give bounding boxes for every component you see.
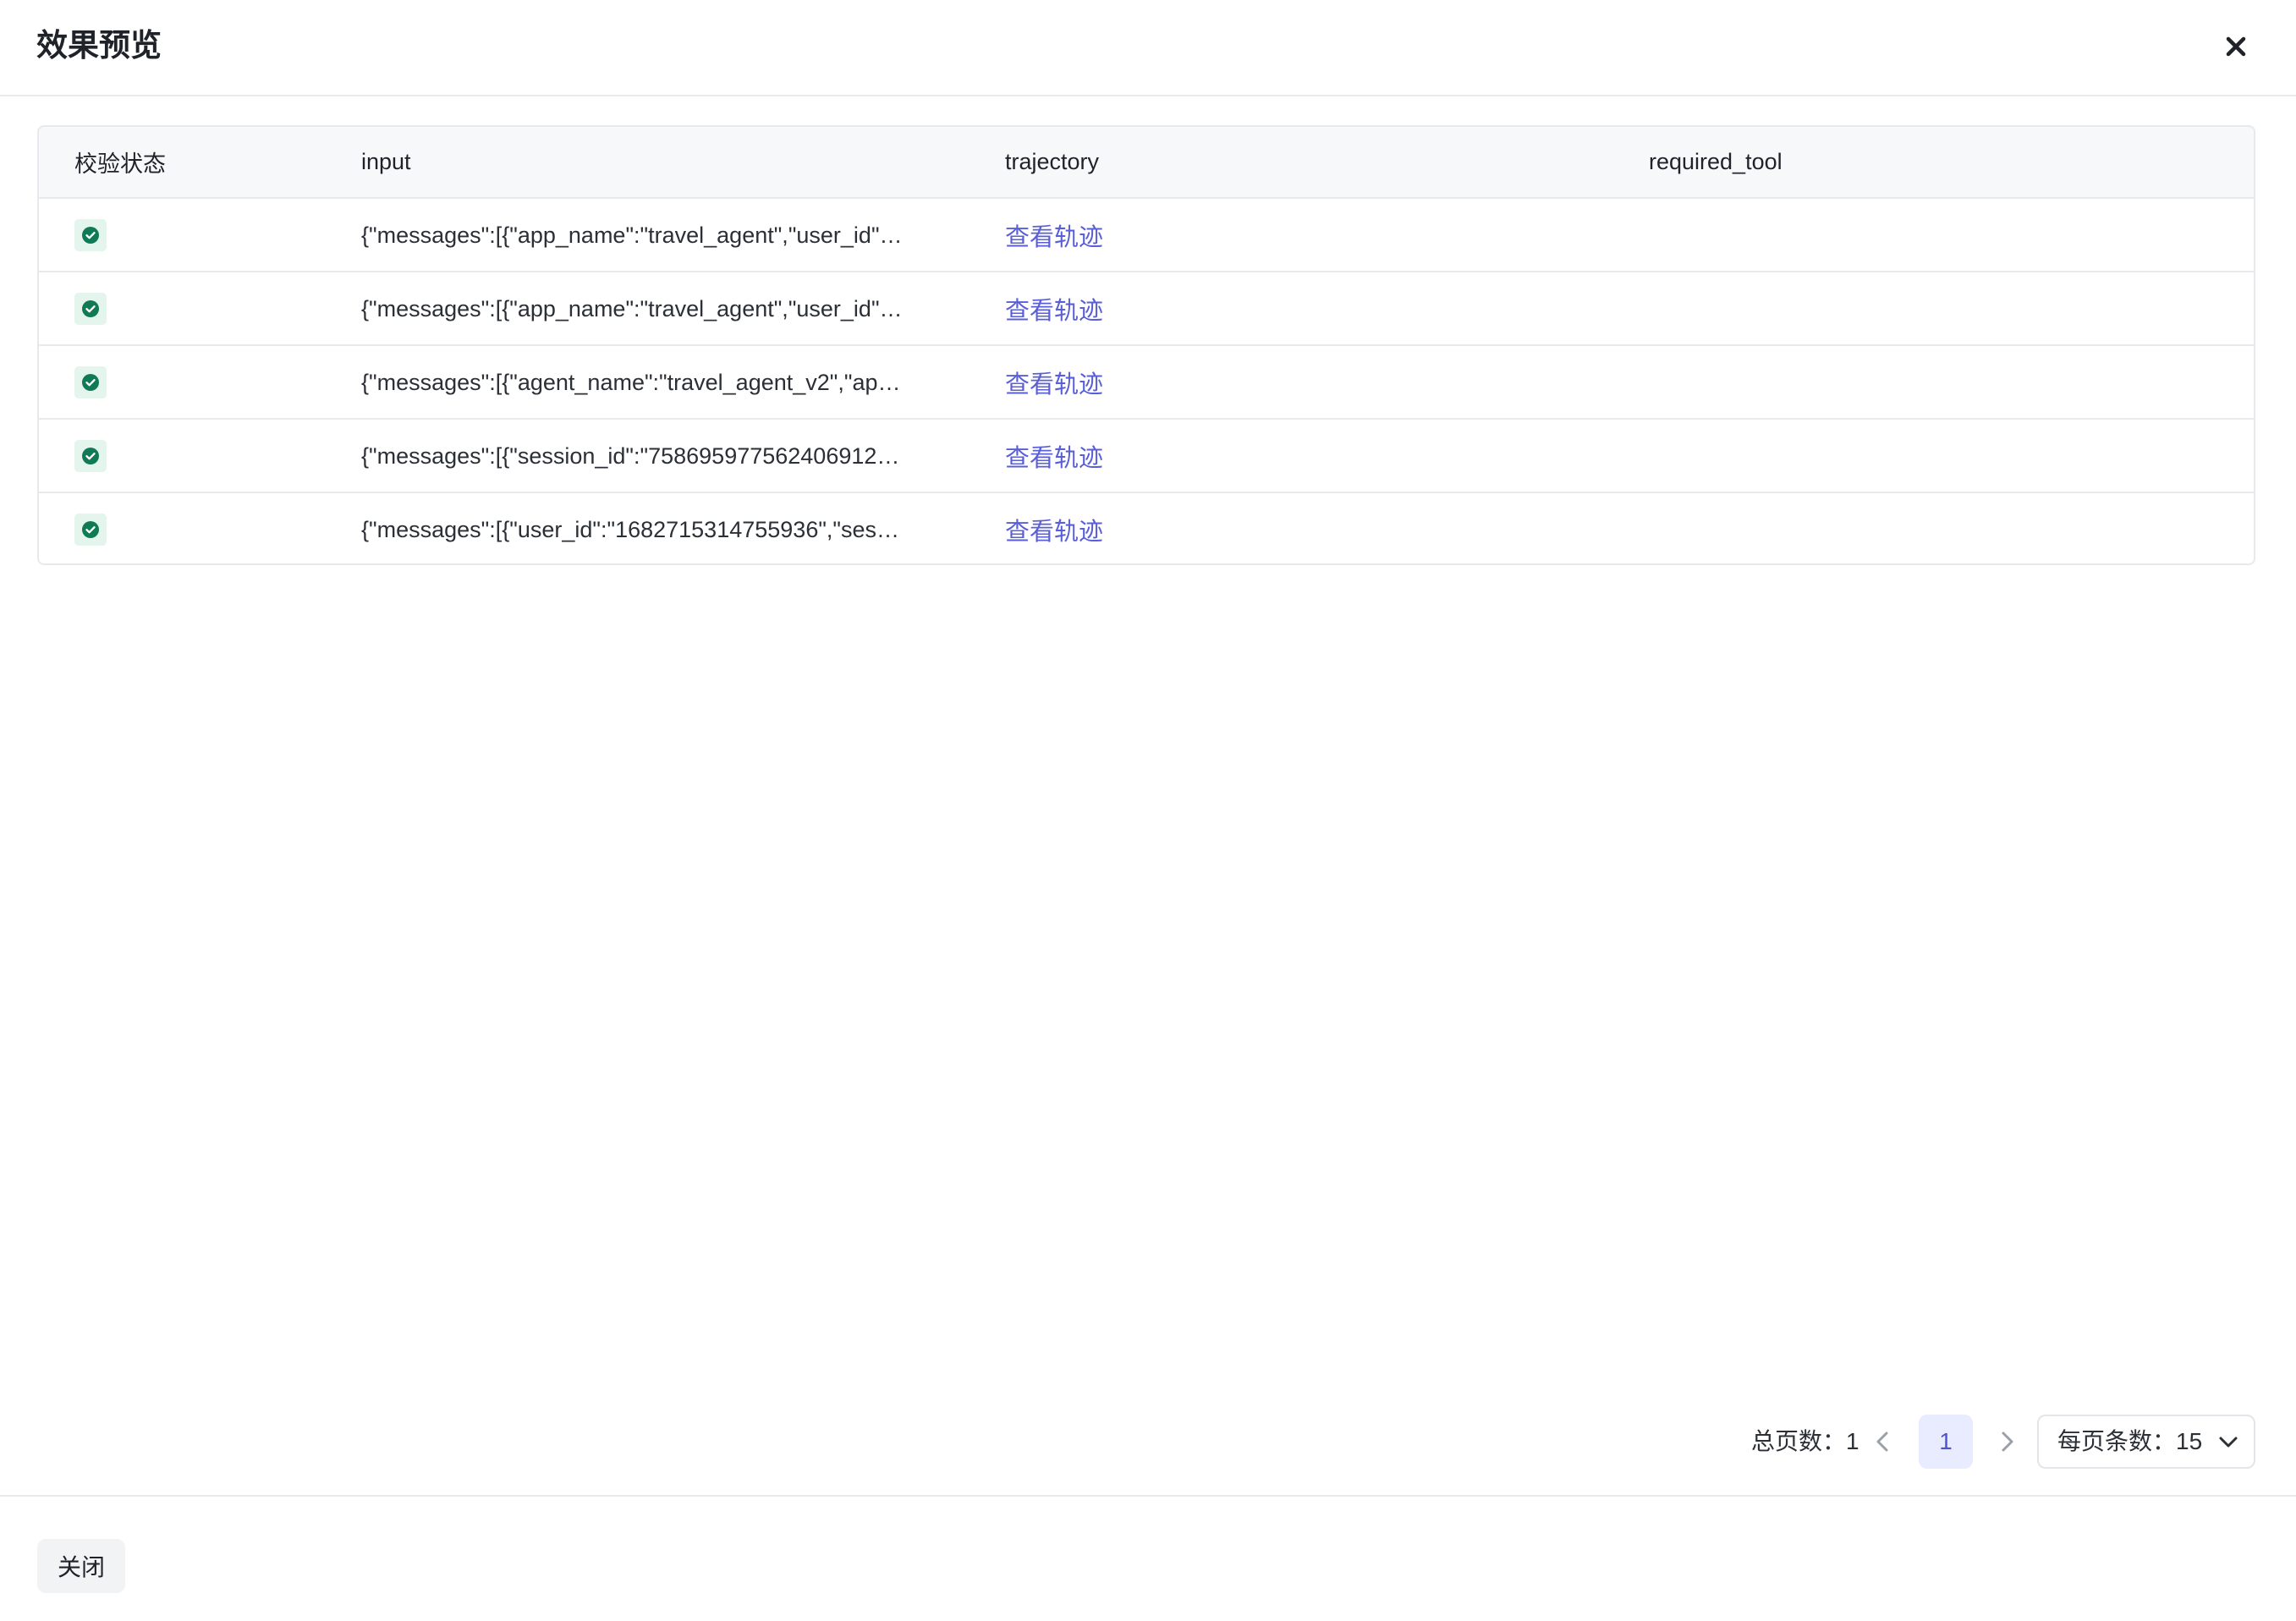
- trajectory-cell: 查看轨迹: [1005, 492, 1649, 563]
- page-size-label: 每页条数：15: [2057, 1428, 2203, 1454]
- dialog-header: 效果预览: [0, 0, 2296, 96]
- table-row: {"messages":[{"agent_name":"travel_agent…: [39, 345, 2254, 419]
- status-cell: [39, 198, 361, 272]
- status-cell: [39, 419, 361, 492]
- column-header-trajectory: trajectory: [1005, 149, 1100, 174]
- input-text: {"messages":[{"session_id":"758695977562…: [361, 442, 900, 469]
- dialog-title: 效果预览: [36, 28, 162, 63]
- table-row: {"messages":[{"app_name":"travel_agent",…: [39, 198, 2254, 272]
- chevron-left-icon[interactable]: [1870, 1428, 1897, 1455]
- view-trajectory-link[interactable]: 查看轨迹: [1005, 519, 1103, 546]
- table-row: {"messages":[{"session_id":"758695977562…: [39, 419, 2254, 492]
- input-cell: {"messages":[{"app_name":"travel_agent",…: [361, 272, 1005, 345]
- chevron-down-icon: [2216, 1430, 2240, 1453]
- required-tool-cell: [1649, 419, 2254, 492]
- page-number-button[interactable]: 1: [1919, 1415, 1973, 1469]
- close-icon[interactable]: [2216, 27, 2255, 66]
- required-tool-cell: [1649, 272, 2254, 345]
- view-trajectory-link[interactable]: 查看轨迹: [1005, 445, 1103, 472]
- trajectory-cell: 查看轨迹: [1005, 419, 1649, 492]
- status-cell: [39, 272, 361, 345]
- input-text: {"messages":[{"app_name":"travel_agent",…: [361, 295, 903, 321]
- input-text: {"messages":[{"agent_name":"travel_agent…: [361, 369, 901, 395]
- close-button[interactable]: 关闭: [37, 1539, 125, 1593]
- table-row: {"messages":[{"user_id":"168271531475593…: [39, 492, 2254, 563]
- trajectory-cell: 查看轨迹: [1005, 345, 1649, 419]
- table-header-row: 校验状态 input trajectory required_tool: [39, 127, 2254, 198]
- total-pages-label: 总页数：1: [1751, 1428, 1859, 1454]
- status-cell: [39, 492, 361, 563]
- input-cell: {"messages":[{"app_name":"travel_agent",…: [361, 198, 1005, 272]
- status-cell: [39, 345, 361, 419]
- preview-table: 校验状态 input trajectory required_tool {"me…: [37, 125, 2255, 565]
- chevron-right-icon[interactable]: [1993, 1428, 2020, 1455]
- trajectory-cell: 查看轨迹: [1005, 272, 1649, 345]
- success-check-icon: [74, 292, 107, 325]
- required-tool-cell: [1649, 345, 2254, 419]
- success-check-icon: [74, 514, 107, 546]
- trajectory-cell: 查看轨迹: [1005, 198, 1649, 272]
- input-cell: {"messages":[{"session_id":"758695977562…: [361, 419, 1005, 492]
- view-trajectory-link[interactable]: 查看轨迹: [1005, 224, 1103, 251]
- success-check-icon: [74, 439, 107, 472]
- success-check-icon: [74, 365, 107, 398]
- required-tool-cell: [1649, 198, 2254, 272]
- column-header-required-tool: required_tool: [1649, 149, 1782, 174]
- column-header-input: input: [361, 149, 411, 174]
- pagination: 总页数：1 1 每页条数：15: [1743, 1415, 2255, 1469]
- page-size-select[interactable]: 每页条数：15: [2037, 1415, 2255, 1469]
- view-trajectory-link[interactable]: 查看轨迹: [1005, 298, 1103, 325]
- input-cell: {"messages":[{"user_id":"168271531475593…: [361, 492, 1005, 563]
- dialog-footer: 关闭: [0, 1495, 2296, 1621]
- view-trajectory-link[interactable]: 查看轨迹: [1005, 371, 1103, 398]
- input-cell: {"messages":[{"agent_name":"travel_agent…: [361, 345, 1005, 419]
- input-text: {"messages":[{"app_name":"travel_agent",…: [361, 222, 903, 248]
- column-header-status: 校验状态: [74, 151, 166, 177]
- required-tool-cell: [1649, 492, 2254, 563]
- table-row: {"messages":[{"app_name":"travel_agent",…: [39, 272, 2254, 345]
- success-check-icon: [74, 218, 107, 251]
- input-text: {"messages":[{"user_id":"168271531475593…: [361, 517, 900, 543]
